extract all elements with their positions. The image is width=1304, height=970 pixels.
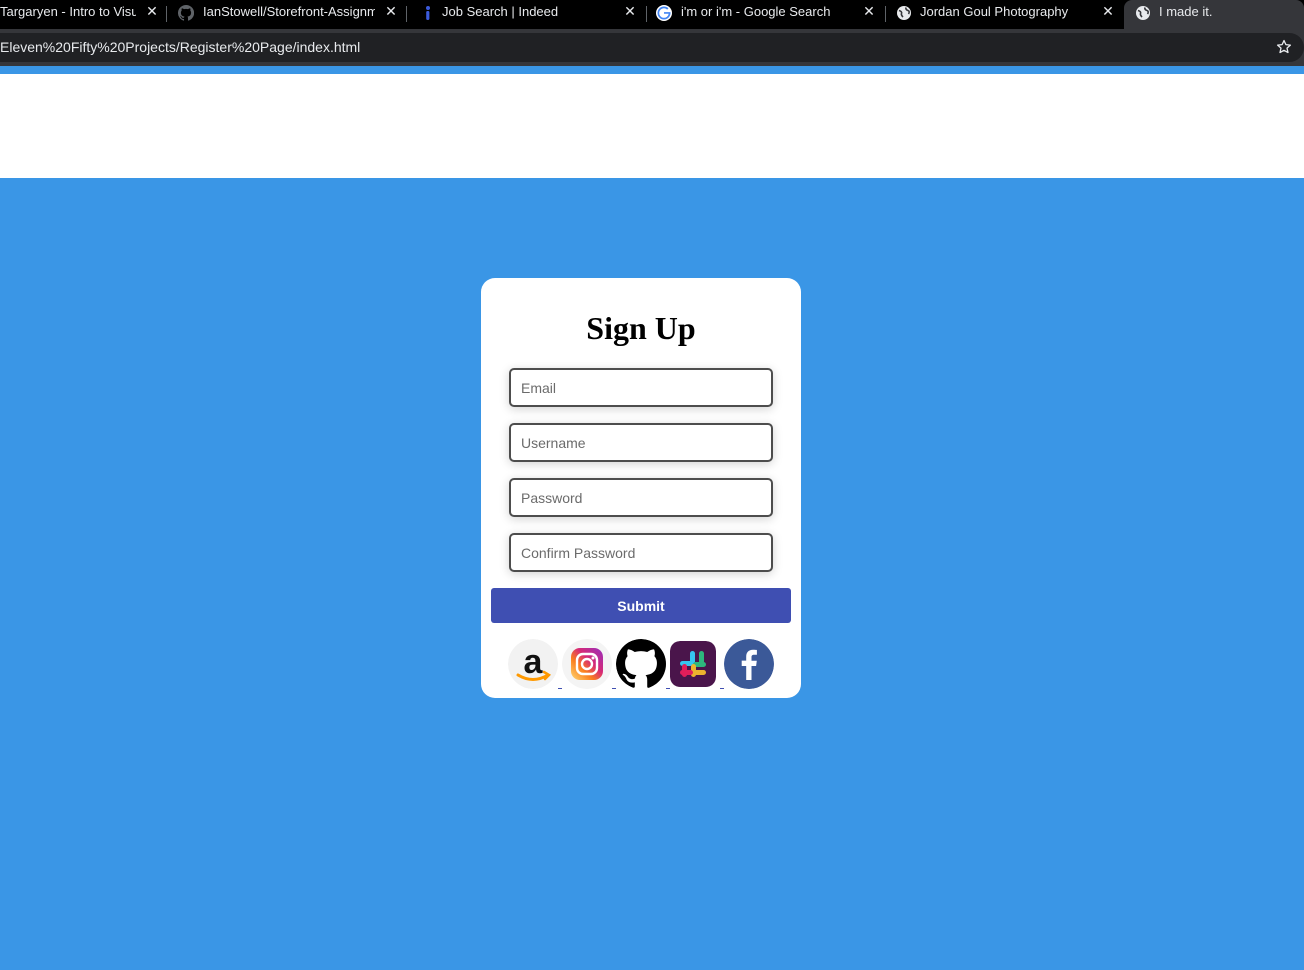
link-underline <box>612 688 616 689</box>
close-icon[interactable]: ✕ <box>1100 4 1116 20</box>
omnibox[interactable]: Eleven%20Fifty%20Projects/Register%20Pag… <box>0 33 1304 62</box>
tab-title: i'm or i'm - Google Search <box>681 5 831 19</box>
browser-tab-bar: Targaryen - Intro to Visual ✕ IanStowell… <box>0 0 1304 29</box>
amazon-icon: a <box>508 639 558 689</box>
globe-icon <box>897 6 911 20</box>
browser-tab[interactable]: Targaryen - Intro to Visual ✕ <box>0 0 167 29</box>
close-icon[interactable]: ✕ <box>383 4 399 20</box>
instagram-icon <box>562 639 612 689</box>
close-icon[interactable]: ✕ <box>144 4 160 20</box>
close-icon[interactable]: ✕ <box>861 4 877 20</box>
tab-title: IanStowell/Storefront-Assignment <box>203 5 375 19</box>
submit-button[interactable]: Submit <box>491 588 791 623</box>
tab-title: Targaryen - Intro to Visual <box>0 5 136 19</box>
browser-tab-active[interactable]: I made it. <box>1124 0 1304 29</box>
github-link[interactable] <box>616 639 666 689</box>
browser-tab[interactable]: IanStowell/Storefront-Assignment ✕ <box>167 0 407 29</box>
page-top-stripe <box>0 66 1304 74</box>
facebook-link[interactable] <box>724 639 774 689</box>
amazon-link[interactable]: a <box>508 639 558 689</box>
github-icon <box>616 639 666 689</box>
facebook-icon <box>724 639 774 689</box>
browser-tab[interactable]: Job Search | Indeed ✕ <box>407 0 647 29</box>
close-icon[interactable]: ✕ <box>622 4 638 20</box>
google-icon <box>656 5 672 21</box>
browser-tab[interactable]: i'm or i'm - Google Search ✕ <box>647 0 886 29</box>
globe-icon <box>1136 6 1150 20</box>
signup-heading: Sign Up <box>586 310 696 346</box>
url-text[interactable]: Eleven%20Fifty%20Projects/Register%20Pag… <box>0 39 360 55</box>
tab-title: I made it. <box>1159 5 1213 19</box>
link-underline <box>558 688 562 689</box>
username-field[interactable] <box>509 423 773 462</box>
password-field[interactable] <box>509 478 773 517</box>
bookmark-star-icon[interactable] <box>1276 39 1292 55</box>
slack-icon <box>670 641 716 687</box>
browser-tab[interactable]: Jordan Goul Photography ✕ <box>886 0 1123 29</box>
email-field[interactable] <box>509 368 773 407</box>
link-underline <box>666 688 670 689</box>
signup-card: Sign Up Submit a <box>481 278 801 698</box>
slack-link[interactable] <box>670 641 716 687</box>
indeed-icon <box>426 6 430 20</box>
link-underline <box>720 688 724 689</box>
confirm-password-field[interactable] <box>509 533 773 572</box>
svg-text:a: a <box>524 643 544 681</box>
github-icon <box>178 5 194 21</box>
instagram-link[interactable] <box>562 639 612 689</box>
address-bar: Eleven%20Fifty%20Projects/Register%20Pag… <box>0 29 1304 66</box>
tab-title: Jordan Goul Photography <box>920 5 1069 19</box>
page-header-band <box>0 74 1304 178</box>
tab-title: Job Search | Indeed <box>442 5 559 19</box>
